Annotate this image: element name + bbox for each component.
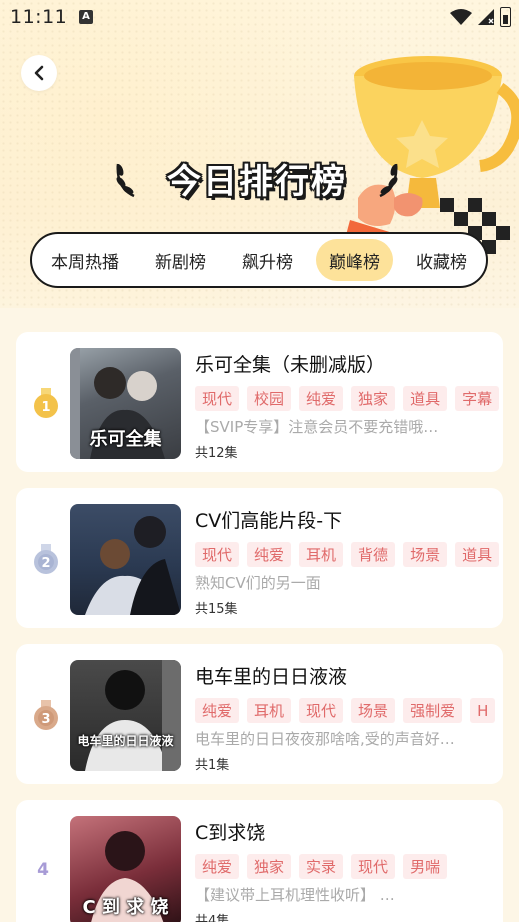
tag-list: 纯爱 耳机 现代 场景 强制爱 H <box>195 698 503 724</box>
tag: 场景 <box>403 542 448 567</box>
rank-number: 1 <box>41 400 50 415</box>
item-title: CV们高能片段-下 <box>195 510 343 532</box>
item-description: 电车里的日日夜夜那啥啥,受的声音好… <box>195 730 455 748</box>
tab-peak[interactable]: 巅峰榜 <box>316 239 393 281</box>
tag: 字幕 <box>455 386 500 411</box>
title-area: 今日排行榜 <box>112 150 402 206</box>
list-item[interactable]: 1 乐可全集 乐可全集（未删减版） 现代 校园 纯爱 独家 道具 字幕 【SVI… <box>16 332 503 472</box>
cover-image: 乐可全集 <box>70 348 181 459</box>
silver-medal-icon: 2 <box>34 544 58 574</box>
tab-favorites[interactable]: 收藏榜 <box>403 239 480 281</box>
item-description: 【建议带上耳机理性收听】 … <box>195 886 395 904</box>
cover-image <box>70 504 181 615</box>
tag: 现代 <box>299 698 344 723</box>
page-title: 今日排行榜 <box>167 161 347 202</box>
signal-icon <box>478 9 494 25</box>
tag: 道具 <box>455 542 500 567</box>
cover-title: 电车里的日日液液 <box>77 734 174 748</box>
battery-icon <box>500 7 511 27</box>
back-button[interactable] <box>21 55 57 91</box>
tab-rising[interactable]: 飙升榜 <box>229 239 306 281</box>
tag-list: 现代 校园 纯爱 独家 道具 字幕 <box>195 386 503 412</box>
tag-list: 现代 纯爱 耳机 背德 场景 道具 <box>195 542 503 568</box>
tag: 道具 <box>403 386 448 411</box>
cover-title: 乐可全集 <box>89 429 162 450</box>
tag: 耳机 <box>299 542 344 567</box>
tag: 男喘 <box>403 854 448 879</box>
ranking-list: 1 乐可全集 乐可全集（未删减版） 现代 校园 纯爱 独家 道具 字幕 【SVI… <box>0 308 519 922</box>
rank-number: 2 <box>41 556 50 571</box>
tag: 现代 <box>195 542 240 567</box>
list-item[interactable]: 4 C 到 求 饶 C到求饶 纯爱 独家 实录 现代 男喘 【建议带上耳机理性收… <box>16 800 503 922</box>
list-item[interactable]: 2 CV们高能片段-下 现代 纯爱 耳机 背德 场景 道具 熟知CV们的另一面 … <box>16 488 503 628</box>
episode-count: 共4集 <box>195 914 230 922</box>
rank-number: 3 <box>41 712 50 727</box>
tag: 实录 <box>299 854 344 879</box>
bronze-medal-icon: 3 <box>34 700 58 730</box>
ranking-tabs: 本周热播 新剧榜 飙升榜 巅峰榜 收藏榜 <box>30 232 488 288</box>
chevron-left-icon <box>34 65 44 81</box>
tag: 纯爱 <box>247 542 292 567</box>
item-description: 熟知CV们的另一面 <box>195 574 321 592</box>
tag: 纯爱 <box>195 854 240 879</box>
tag: 强制爱 <box>403 698 463 723</box>
status-bar: 11:11 A <box>0 0 519 34</box>
cover-image: 电车里的日日液液 <box>70 660 181 771</box>
tag: 校园 <box>247 386 292 411</box>
rank-number: 4 <box>37 860 49 880</box>
hero-banner: 11:11 A 今日排行榜 <box>0 0 519 340</box>
tag-list: 纯爱 独家 实录 现代 男喘 <box>195 854 503 880</box>
tag: 现代 <box>351 854 396 879</box>
episode-count: 共1集 <box>195 758 230 773</box>
status-time: 11:11 <box>10 6 68 28</box>
tag: 场景 <box>351 698 396 723</box>
wifi-icon <box>450 9 472 25</box>
item-title: 乐可全集（未删减版） <box>195 354 386 376</box>
item-title: C到求饶 <box>195 822 266 844</box>
item-title: 电车里的日日液液 <box>195 666 348 688</box>
gold-medal-icon: 1 <box>34 388 58 418</box>
tag: H <box>470 698 496 723</box>
notification-icon: A <box>79 10 93 24</box>
tag: 独家 <box>351 386 396 411</box>
cover-title: C 到 求 饶 <box>82 897 169 918</box>
laurel-left-icon <box>116 163 135 198</box>
list-item[interactable]: 3 电车里的日日液液 电车里的日日液液 纯爱 耳机 现代 场景 强制爱 H 电车… <box>16 644 503 784</box>
tag: 耳机 <box>247 698 292 723</box>
tag: 背德 <box>351 542 396 567</box>
tag: 纯爱 <box>195 698 240 723</box>
item-description: 【SVIP专享】注意会员不要充错哦… <box>195 418 439 436</box>
tag: 现代 <box>195 386 240 411</box>
tag: 纯爱 <box>299 386 344 411</box>
cover-image: C 到 求 饶 <box>70 816 181 922</box>
episode-count: 共15集 <box>195 602 238 617</box>
episode-count: 共12集 <box>195 446 238 461</box>
tag: 独家 <box>247 854 292 879</box>
tab-weekly-hot[interactable]: 本周热播 <box>38 239 132 281</box>
laurel-right-icon <box>379 163 398 198</box>
tab-new-shows[interactable]: 新剧榜 <box>142 239 219 281</box>
